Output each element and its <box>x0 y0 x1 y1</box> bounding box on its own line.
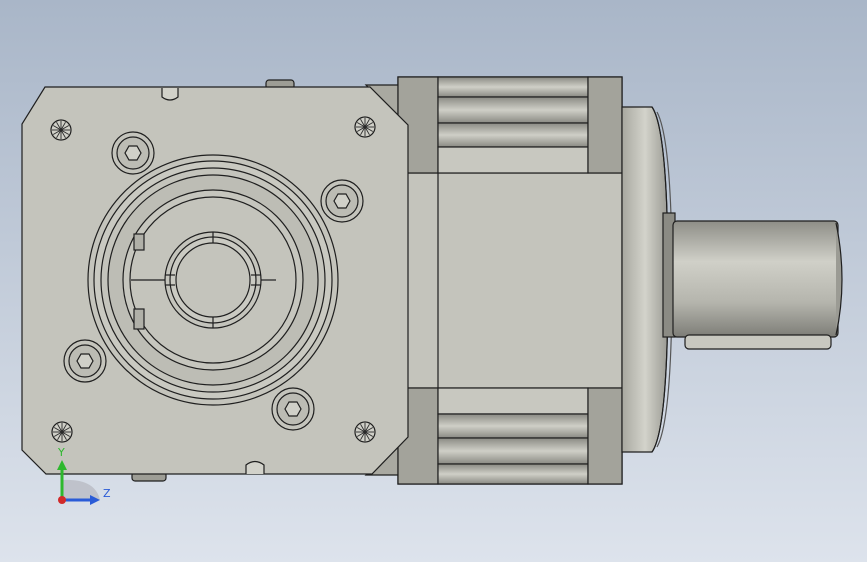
clamp-slot-upper <box>133 233 145 251</box>
clamp-slot-lower <box>133 308 145 330</box>
lower-fin-block <box>397 387 623 485</box>
hex-socket-bolt-icon[interactable] <box>320 179 364 223</box>
cad-graphics-viewport[interactable]: Y Z <box>0 0 867 562</box>
crosshatch-hole-icon <box>51 421 73 443</box>
shaft-key <box>684 334 832 350</box>
triad-y-label: Y <box>57 446 65 459</box>
flange-notch-bottom <box>245 460 265 474</box>
triad-z-label: Z <box>103 487 111 500</box>
upper-fin-block <box>397 76 623 174</box>
output-collar <box>621 106 669 453</box>
gearbox-model-view[interactable]: Y Z <box>0 0 867 562</box>
hex-socket-bolt-icon[interactable] <box>271 387 315 431</box>
flange-notch-top <box>161 88 179 101</box>
crosshatch-hole-icon <box>354 421 376 443</box>
output-shaft[interactable] <box>662 212 843 350</box>
hex-socket-bolt-icon[interactable] <box>63 339 107 383</box>
hex-socket-bolt-icon[interactable] <box>111 131 155 175</box>
crosshatch-hole-icon <box>354 116 376 138</box>
crosshatch-hole-icon <box>50 119 72 141</box>
